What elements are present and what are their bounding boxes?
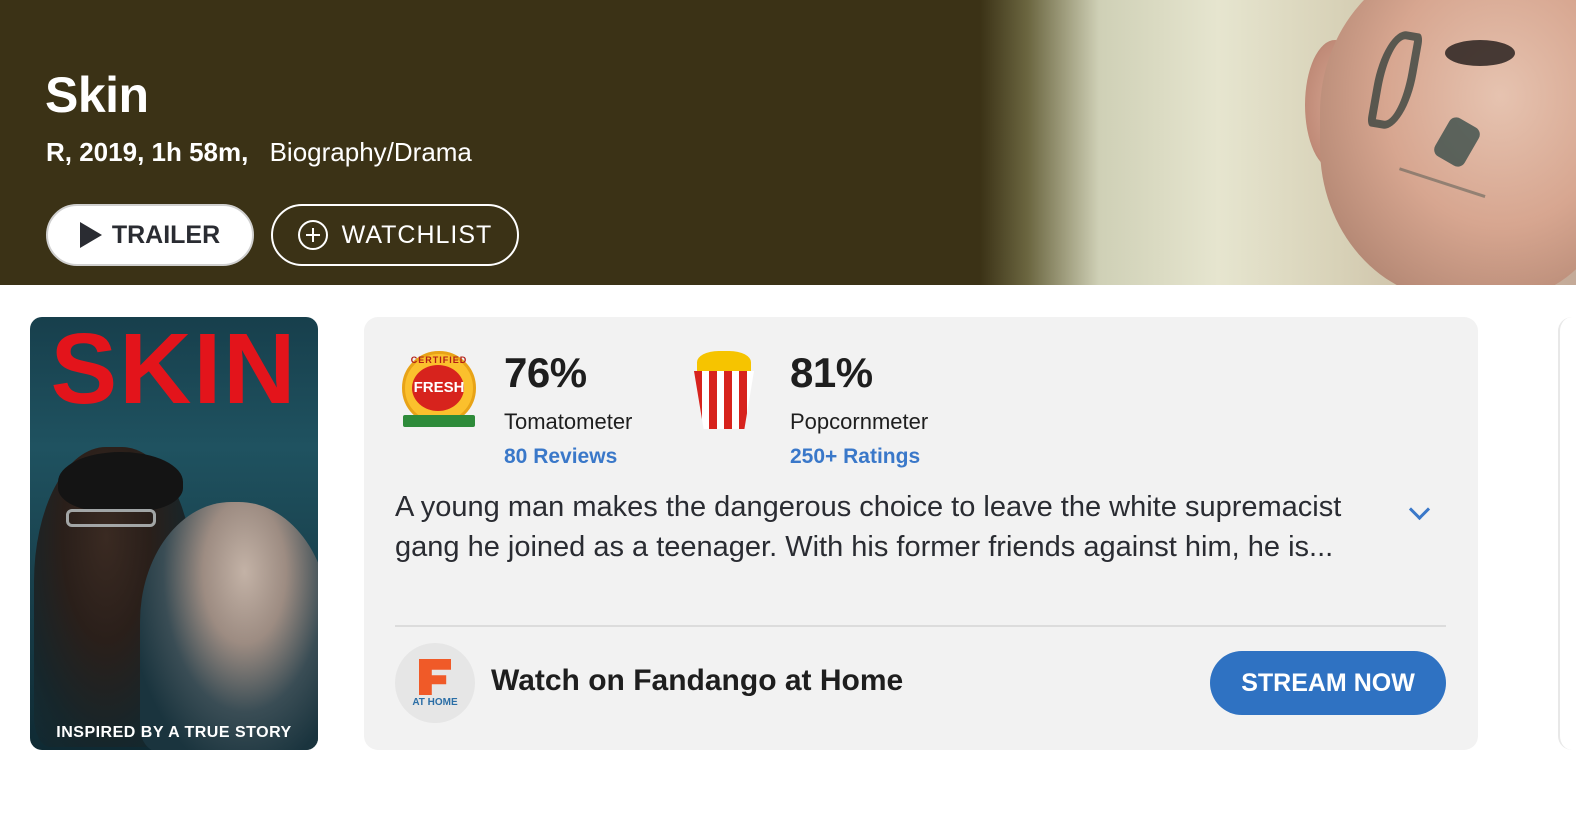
- fresh-text: FRESH: [413, 379, 465, 396]
- next-card-edge: [1558, 317, 1576, 750]
- poster-title: SKIN: [50, 317, 298, 425]
- watchlist-button[interactable]: WATCHLIST: [271, 204, 519, 266]
- badge-ribbon: [403, 415, 475, 427]
- ratings-link[interactable]: 250+ Ratings: [790, 445, 928, 469]
- popcornmeter-value: 81%: [790, 349, 873, 396]
- fandango-logo-subtext: AT HOME: [412, 697, 458, 708]
- trailer-button[interactable]: TRAILER: [46, 204, 254, 266]
- poster-figure: [140, 502, 318, 750]
- play-icon: [79, 222, 102, 248]
- movie-meta: R, 2019, 1h 58m, Biography/Drama: [46, 137, 472, 168]
- certified-fresh-icon: CERTIFIED FRESH: [400, 351, 476, 431]
- popcorn-icon: [694, 351, 754, 431]
- plus-circle-icon: [297, 220, 328, 250]
- certified-text: CERTIFIED: [410, 355, 468, 365]
- popcornmeter-score: 81% Popcornmeter 250+ Ratings: [790, 349, 928, 469]
- popcornmeter-label: Popcornmeter: [790, 409, 929, 434]
- fandango-at-home-logo: AT HOME: [395, 643, 475, 723]
- watch-on-fandango-text: Watch on Fandango at Home: [491, 664, 904, 697]
- tomatometer-label: Tomatometer: [504, 409, 633, 434]
- poster-figure-hat: [58, 452, 183, 512]
- hero-image-eye: [1445, 40, 1515, 66]
- chevron-down-icon[interactable]: [1409, 502, 1431, 524]
- trailer-label: TRAILER: [111, 220, 221, 249]
- movie-rating-year-runtime: R, 2019, 1h 58m,: [46, 137, 249, 167]
- poster-tagline: INSPIRED BY A TRUE STORY: [56, 724, 292, 741]
- score-info-card: CERTIFIED FRESH 76% Tomatometer 80 Revie…: [364, 317, 1478, 750]
- movie-poster[interactable]: SKIN INSPIRED BY A TRUE STORY: [30, 317, 318, 750]
- popcorn-bucket: [694, 371, 754, 429]
- hero-banner: Skin R, 2019, 1h 58m, Biography/Drama TR…: [0, 0, 1576, 285]
- movie-genre: Biography/Drama: [269, 137, 472, 167]
- synopsis-text: A young man makes the dangerous choice t…: [395, 491, 1342, 563]
- poster-figure-glasses: [66, 509, 156, 527]
- tomatometer-score: 76% Tomatometer 80 Reviews: [504, 349, 632, 469]
- tomatometer-value: 76%: [504, 349, 587, 396]
- stream-now-button[interactable]: STREAM NOW: [1210, 651, 1446, 715]
- reviews-link[interactable]: 80 Reviews: [504, 445, 632, 469]
- movie-title: Skin: [45, 67, 149, 123]
- fandango-f-icon: [419, 659, 451, 695]
- watchlist-label: WATCHLIST: [341, 220, 493, 249]
- divider: [395, 625, 1446, 627]
